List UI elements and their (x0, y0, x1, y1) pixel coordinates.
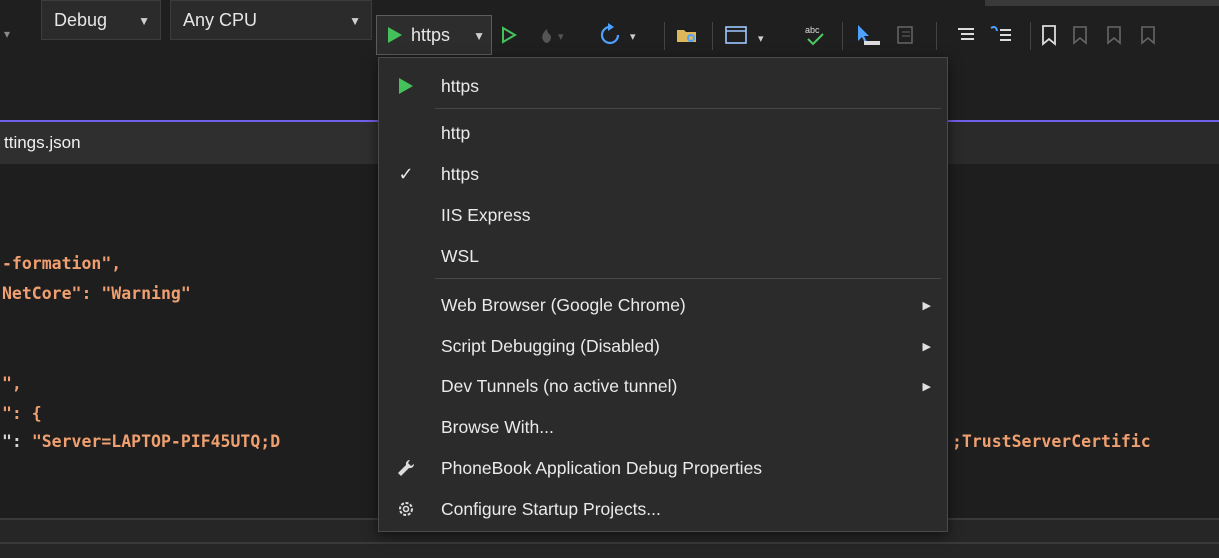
chevron-down-icon: ▼ (473, 29, 485, 43)
menu-item-dev-tunnels[interactable]: Dev Tunnels (no active tunnel) ▶ (379, 368, 947, 404)
menu-item-label: PhoneBook Application Debug Properties (441, 457, 763, 478)
uncomment-lines-button[interactable] (986, 20, 1016, 50)
menu-item-browse-with[interactable]: Browse With... (379, 409, 947, 445)
refresh-icon: ▾ (600, 23, 636, 45)
play-icon (395, 75, 417, 97)
menu-item-profile-https[interactable]: ✓ https (379, 156, 947, 192)
open-folder-button[interactable] (672, 20, 702, 50)
menu-item-script-debugging[interactable]: Script Debugging (Disabled) ▶ (379, 328, 947, 364)
panel-edge (0, 542, 1219, 544)
start-without-debugging-button[interactable] (497, 20, 521, 50)
toolbar-separator (664, 22, 665, 50)
configuration-dropdown[interactable]: Debug ▼ (41, 0, 161, 40)
bookmark-prev-icon (1073, 26, 1087, 45)
bookmark-icon (1042, 25, 1056, 46)
svg-text:▾: ▾ (630, 31, 636, 43)
menu-item-run-https[interactable]: https (379, 68, 947, 104)
select-element-button[interactable] (850, 20, 886, 50)
menu-item-label: http (441, 122, 471, 143)
platform-dropdown[interactable]: Any CPU ▼ (170, 0, 372, 40)
bookmark-next-icon (1107, 26, 1121, 45)
code-line: ;TrustServerCertific (952, 432, 1151, 451)
uncomment-lines-icon (990, 26, 1011, 41)
play-outline-icon (502, 26, 517, 44)
toolbar-separator (1030, 22, 1031, 50)
chevron-down-icon: ▼ (349, 14, 361, 28)
flame-icon: ▾ (542, 29, 564, 43)
menu-item-profile-iis-express[interactable]: IIS Express (379, 197, 947, 233)
menu-item-label: https (441, 163, 479, 184)
svg-text:▾: ▾ (558, 31, 564, 43)
start-debugging-button[interactable]: https ▼ (376, 15, 492, 55)
bookmark-clear-icon (1141, 26, 1155, 45)
menu-item-profile-wsl[interactable]: WSL (379, 238, 947, 274)
submenu-arrow-icon: ▶ (922, 380, 931, 393)
bookmark-buttons[interactable] (1040, 20, 1210, 50)
toolbar-separator (936, 22, 937, 50)
cursor-select-icon (858, 25, 880, 45)
menu-separator (435, 108, 941, 109)
menu-item-label: https (441, 75, 479, 96)
menu-item-label: Web Browser (Google Chrome) (441, 294, 686, 315)
wrench-icon (395, 457, 417, 479)
comment-lines-button[interactable] (953, 20, 979, 50)
gear-icon (395, 498, 417, 520)
code-line: -formation", (2, 254, 122, 273)
comment-lines-icon (958, 28, 974, 40)
submenu-arrow-icon: ▶ (922, 299, 931, 312)
toolbar-separator (712, 22, 713, 50)
configuration-value: Debug (54, 9, 108, 30)
spell-check-icon: abc (805, 25, 824, 46)
menu-item-label: Dev Tunnels (no active tunnel) (441, 375, 678, 396)
menu-item-label: Script Debugging (Disabled) (441, 335, 660, 356)
title-strip (985, 0, 1219, 6)
menu-item-label: IIS Express (441, 204, 531, 225)
restart-button[interactable]: ▾ (596, 20, 646, 50)
svg-text:abc: abc (805, 25, 820, 35)
menu-separator (435, 278, 941, 279)
tab-settings-json[interactable]: ttings.json (0, 122, 404, 164)
menu-item-label: Browse With... (441, 416, 554, 437)
toolbar-separator (842, 22, 843, 50)
format-document-button[interactable] (890, 20, 920, 50)
format-icon (897, 26, 913, 44)
spell-check-button[interactable]: abc (800, 20, 830, 50)
code-line: ": { (2, 404, 42, 423)
menu-item-debug-properties[interactable]: PhoneBook Application Debug Properties (379, 450, 947, 486)
menu-item-profile-http[interactable]: http (379, 115, 947, 151)
play-icon (388, 27, 402, 43)
window-home-icon: ▾ (725, 26, 764, 45)
run-target-label: https (411, 24, 451, 45)
run-target-dropdown-menu: https http ✓ https IIS Express WSL Web B… (378, 57, 948, 532)
code-line: ", (2, 374, 22, 393)
checkmark-icon: ✓ (398, 163, 414, 184)
chevron-down-icon: ▼ (138, 14, 150, 28)
tab-title: ttings.json (4, 133, 81, 152)
code-line: NetCore": "Warning" (2, 284, 191, 303)
overflow-caret-icon[interactable]: ▾ (4, 27, 10, 41)
folder-search-icon (677, 30, 696, 42)
hot-reload-button[interactable]: ▾ (535, 20, 571, 50)
platform-value: Any CPU (183, 9, 258, 30)
menu-item-label: WSL (441, 245, 479, 266)
browser-link-button[interactable]: ▾ (722, 20, 772, 50)
code-line: ": "Server=LAPTOP-PIF45UTQ;D (2, 432, 281, 451)
menu-item-web-browser[interactable]: Web Browser (Google Chrome) ▶ (379, 287, 947, 323)
menu-item-label: Configure Startup Projects... (441, 498, 661, 519)
submenu-arrow-icon: ▶ (922, 340, 931, 353)
menu-item-configure-startup[interactable]: Configure Startup Projects... (379, 491, 947, 527)
svg-text:▾: ▾ (758, 33, 764, 45)
